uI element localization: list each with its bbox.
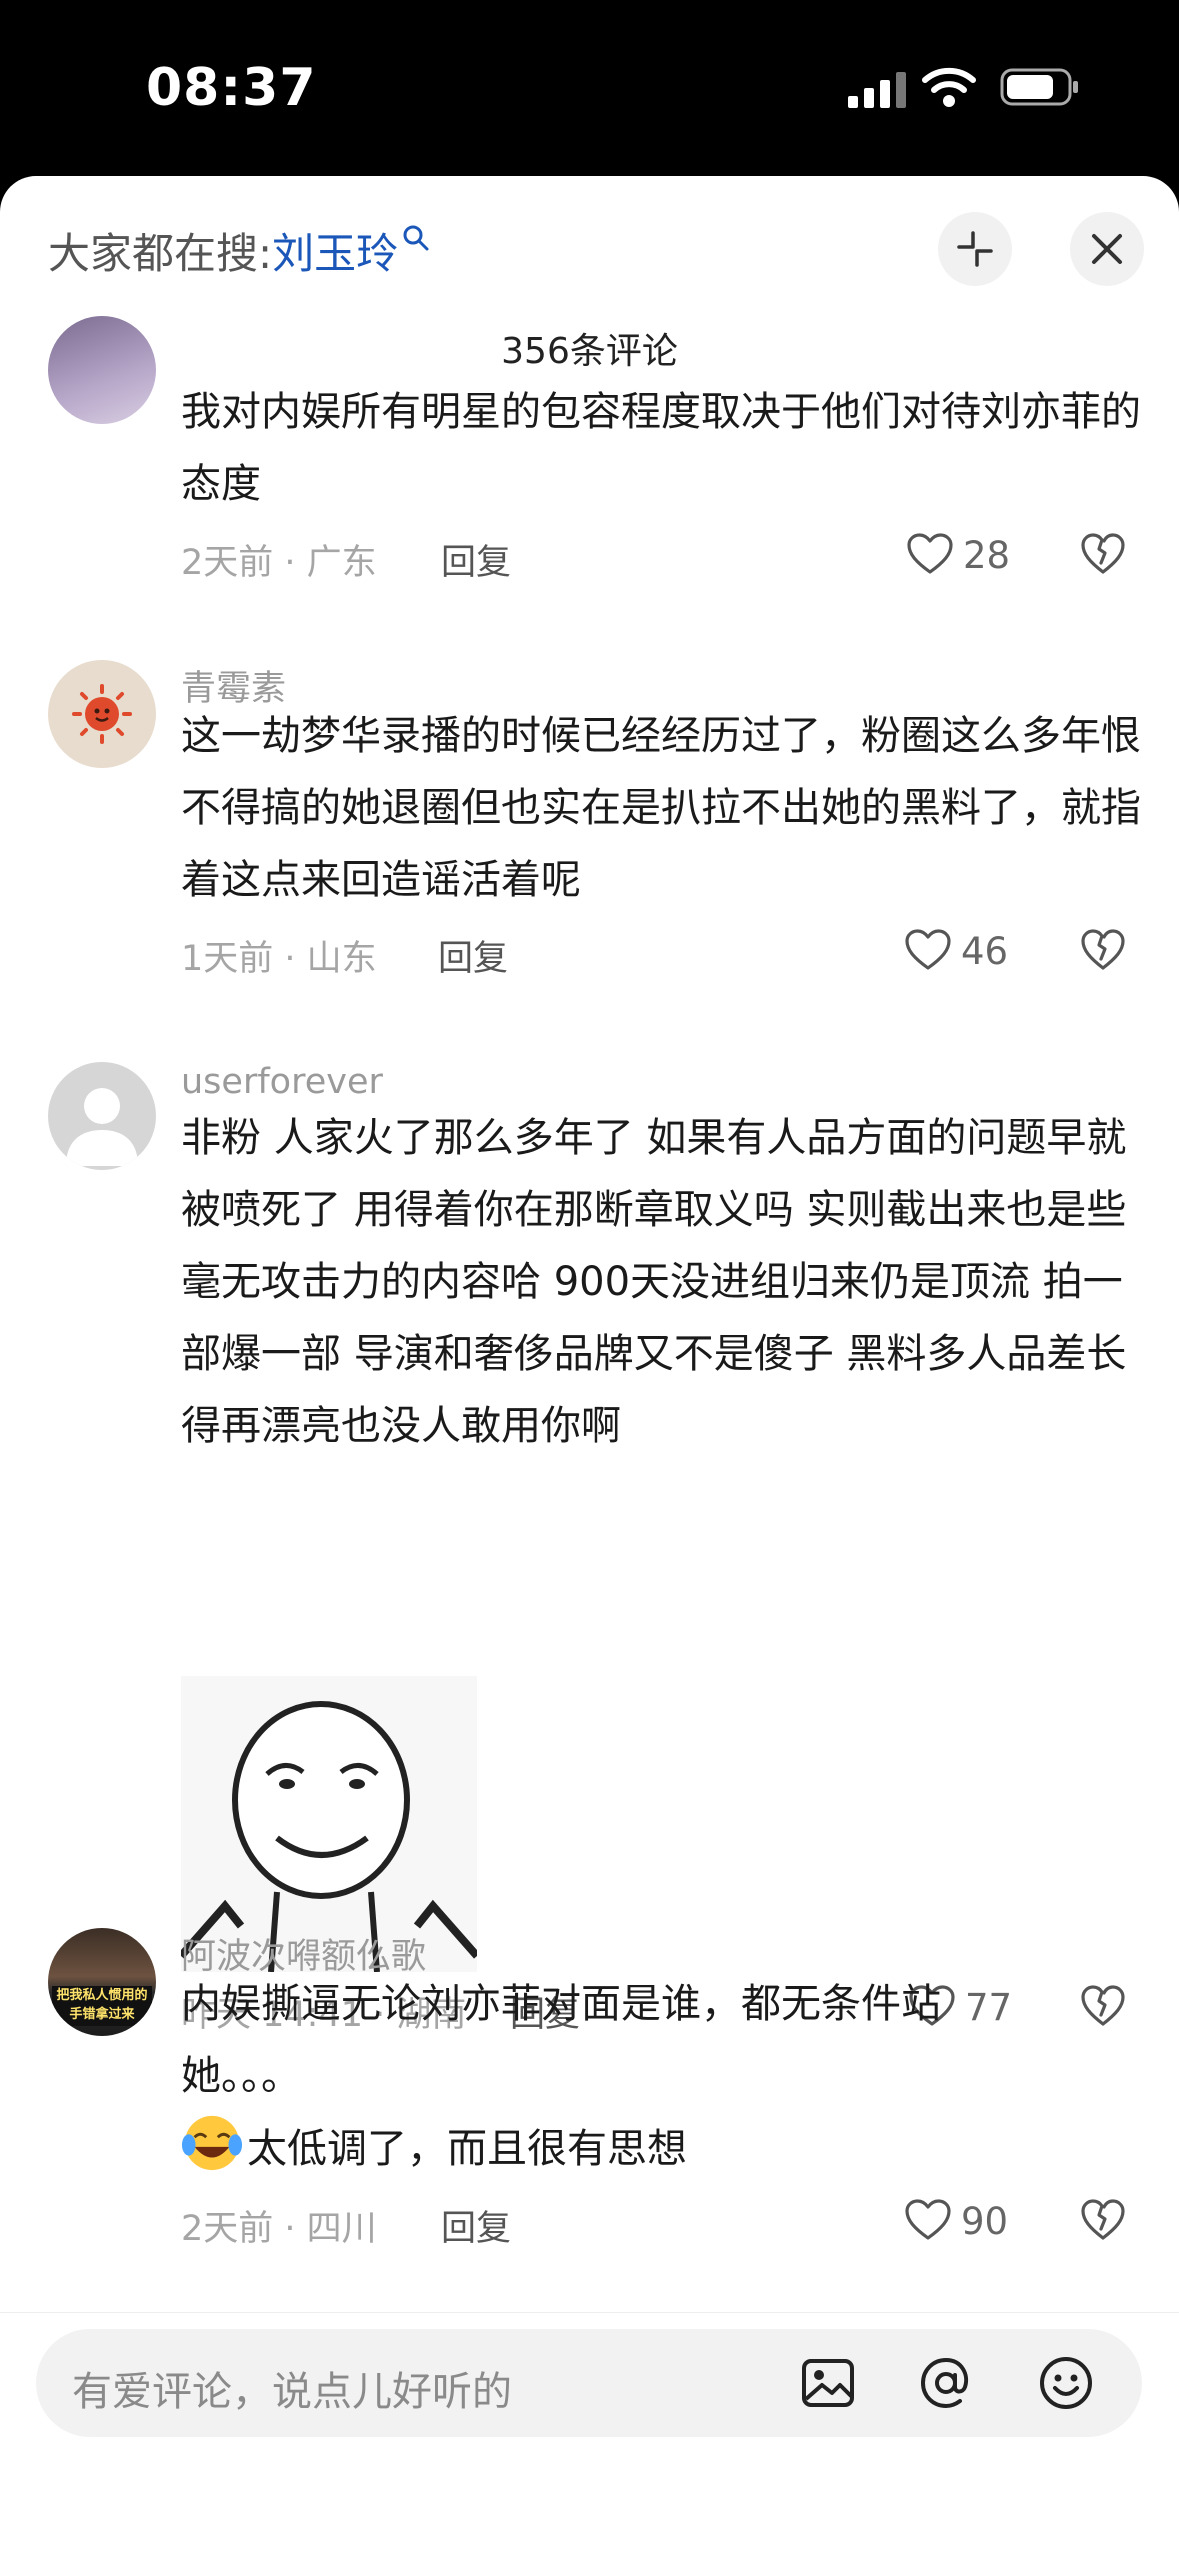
sun-face-icon [72, 684, 132, 744]
like-count: 46 [961, 930, 1009, 973]
trending-search[interactable]: 大家都在搜:刘玉玲 [48, 220, 430, 281]
wifi-icon [922, 67, 976, 107]
collapse-icon [957, 231, 993, 267]
comment-item: 我对内娱所有明星的包容程度取决于他们对待刘亦菲的态度 2天前 · 广东 回复 2… [0, 316, 1179, 596]
reply-button[interactable]: 回复 [441, 534, 511, 585]
avatar[interactable] [48, 660, 156, 768]
avatar[interactable]: 把我私人惯用的手错拿过来 [48, 1928, 156, 2036]
close-button[interactable] [1070, 212, 1144, 286]
mention-icon[interactable] [916, 2353, 976, 2413]
status-time: 08:37 [146, 58, 317, 118]
comment-input-placeholder: 有爱评论，说点儿好听的 [72, 2369, 512, 2415]
comment-input[interactable]: 有爱评论，说点儿好听的 [36, 2329, 1142, 2437]
broken-heart-icon[interactable] [1080, 532, 1126, 576]
comment-item: userforever 非粉 人家火了那么多年了 如果有人品方面的问题早就被喷死… [0, 1062, 1179, 2035]
comment-text: 这一劫梦华录播的时候已经经历过了，粉圈这么多年恨不得搞的她退圈但也实在是扒拉不出… [181, 713, 1141, 903]
comment-text: 内娱撕逼无论刘亦菲对面是谁，都无条件站她。。。 [181, 1981, 941, 2099]
broken-heart-icon[interactable] [1080, 928, 1126, 972]
reply-button[interactable]: 回复 [438, 930, 508, 981]
heart-icon[interactable] [904, 928, 952, 972]
comment-text-2: 太低调了，而且很有思想 [247, 2126, 687, 2172]
battery-icon [1000, 68, 1078, 106]
avatar[interactable] [48, 316, 156, 424]
laughing-tears-emoji-icon [181, 2115, 243, 2171]
like-count: 28 [963, 534, 1011, 577]
comments-sheet: 大家都在搜:刘玉玲 356条评论 我对内娱所有明星的包容程度取决于他们对待刘亦菲… [0, 176, 1179, 2556]
search-icon [403, 225, 429, 251]
comment-item: 把我私人惯用的手错拿过来 阿波次嘚额仫歌 内娱撕逼无论刘亦菲对面是谁，都无条件站… [0, 1928, 1179, 2258]
cellular-signal-icon [848, 72, 906, 108]
avatar-caption-text: 把我私人惯用的手错拿过来 [56, 1988, 148, 2022]
like-count: 90 [961, 2200, 1009, 2243]
heart-icon[interactable] [906, 532, 954, 576]
status-bar: 08:37 [0, 0, 1179, 176]
comment-text: 非粉 人家火了那么多年了 如果有人品方面的问题早就被喷死了 用得着你在那断章取义… [181, 1115, 1127, 1449]
comment-text: 我对内娱所有明星的包容程度取决于他们对待刘亦菲的态度 [181, 389, 1141, 507]
reply-button[interactable]: 回复 [441, 2200, 511, 2251]
comment-time-location: 1天前 · 山东 [181, 939, 377, 979]
comment-input-bar: 有爱评论，说点儿好听的 [0, 2312, 1179, 2557]
comment-count-title: 356条评论 [501, 331, 678, 372]
trending-keyword[interactable]: 刘玉玲 [272, 229, 398, 278]
close-icon [1092, 234, 1122, 264]
user-silhouette-icon [66, 1088, 138, 1166]
image-icon[interactable] [798, 2353, 858, 2413]
broken-heart-icon[interactable] [1080, 2198, 1126, 2242]
comment-item: 青霉素 这一劫梦华录播的时候已经经历过了，粉圈这么多年恨不得搞的她退圈但也实在是… [0, 660, 1179, 990]
comment-time-location: 2天前 · 四川 [181, 2209, 377, 2249]
avatar-caption-band: 把我私人惯用的手错拿过来 [52, 1986, 152, 2026]
comment-time-location: 2天前 · 广东 [181, 543, 377, 583]
default-avatar[interactable] [48, 1062, 156, 1170]
collapse-button[interactable] [938, 212, 1012, 286]
heart-icon[interactable] [904, 2198, 952, 2242]
trending-prefix: 大家都在搜: [48, 229, 273, 278]
username[interactable]: userforever [181, 1062, 383, 1102]
emoji-icon[interactable] [1036, 2353, 1096, 2413]
comment-text-line-2: 太低调了，而且很有思想 [181, 2112, 1141, 2185]
